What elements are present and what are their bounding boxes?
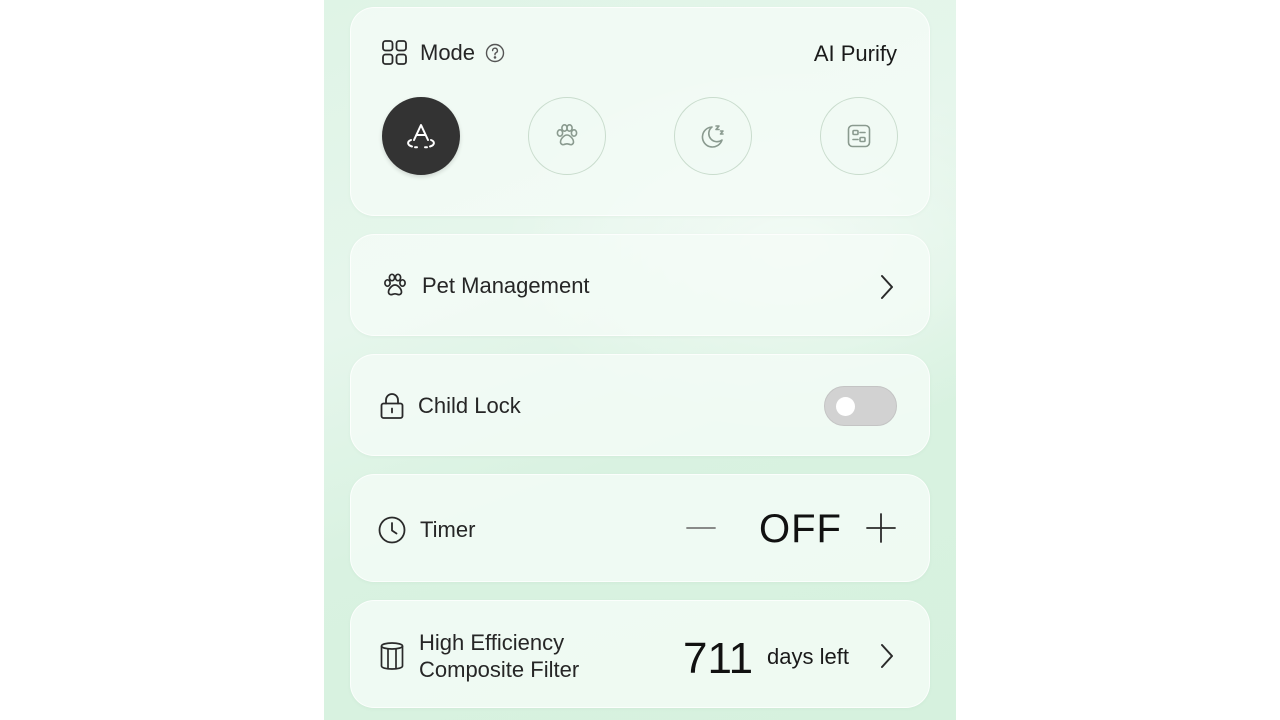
child-lock-label: Child Lock bbox=[418, 393, 521, 418]
mode-title: Mode bbox=[420, 39, 476, 65]
ai-purify-icon bbox=[403, 120, 439, 152]
child-lock-row: Child Lock bbox=[379, 392, 521, 420]
paw-icon bbox=[381, 272, 409, 300]
filter-label-line1: High Efficiency bbox=[419, 630, 565, 655]
paw-icon bbox=[553, 122, 581, 150]
timer-label: Timer bbox=[420, 517, 476, 542]
grid-icon bbox=[381, 39, 408, 66]
child-lock-card: Child Lock bbox=[350, 354, 930, 456]
pet-management-card[interactable]: Pet Management bbox=[350, 234, 930, 336]
mode-selector bbox=[382, 97, 900, 177]
child-lock-toggle[interactable] bbox=[824, 386, 897, 426]
chevron-right-icon[interactable] bbox=[877, 642, 897, 670]
current-mode-value: AI Purify bbox=[813, 41, 897, 66]
pet-management-row: Pet Management bbox=[381, 272, 590, 300]
mode-button-custom[interactable] bbox=[820, 97, 898, 175]
custom-settings-icon bbox=[846, 123, 872, 149]
pet-management-label: Pet Management bbox=[422, 273, 590, 298]
clock-icon bbox=[377, 515, 407, 545]
mode-button-pet[interactable] bbox=[528, 97, 606, 175]
timer-increase-button[interactable] bbox=[865, 513, 897, 543]
mode-button-ai-purify[interactable] bbox=[382, 97, 460, 175]
mode-header: Mode bbox=[381, 39, 505, 66]
timer-row: Timer bbox=[377, 515, 475, 545]
chevron-right-icon[interactable] bbox=[877, 273, 897, 301]
moon-sleep-icon bbox=[698, 121, 728, 151]
filter-card[interactable]: High Efficiency Composite Filter 711 day… bbox=[350, 600, 930, 708]
filter-days-value: 711 bbox=[683, 634, 754, 683]
lock-icon bbox=[379, 392, 405, 420]
filter-row: High Efficiency Composite Filter bbox=[379, 629, 579, 683]
timer-value: OFF bbox=[759, 507, 842, 551]
mode-button-sleep[interactable] bbox=[674, 97, 752, 175]
filter-label: High Efficiency Composite Filter bbox=[419, 629, 579, 683]
filter-days-suffix: days left bbox=[767, 644, 849, 669]
filter-cylinder-icon bbox=[379, 641, 405, 671]
timer-card: Timer OFF bbox=[350, 474, 930, 582]
mode-card: Mode AI Purify bbox=[350, 7, 930, 216]
filter-label-line2: Composite Filter bbox=[419, 657, 580, 682]
help-icon[interactable] bbox=[485, 43, 505, 63]
toggle-knob bbox=[836, 397, 855, 416]
timer-decrease-button[interactable] bbox=[685, 513, 717, 543]
app-screen: Mode AI Purify Pet Management Child Lock… bbox=[324, 0, 956, 720]
